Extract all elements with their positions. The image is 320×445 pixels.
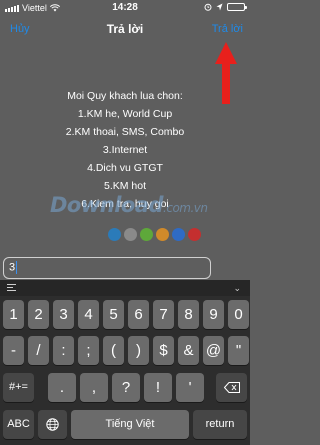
status-bar: Viettel 14:28: [0, 0, 250, 16]
key-punctuation[interactable]: !: [144, 373, 172, 402]
globe-icon: [46, 418, 59, 431]
watermark-dot: [156, 228, 169, 241]
text-cursor: [16, 261, 18, 274]
key-symbol[interactable]: $: [153, 336, 174, 365]
key-symbol[interactable]: (: [103, 336, 124, 365]
key-symbol[interactable]: ": [228, 336, 249, 365]
message-line: 4.Dich vu GTGT: [87, 162, 163, 174]
watermark-dots: [108, 228, 201, 241]
key-symbol[interactable]: ;: [78, 336, 99, 365]
symbols-toggle-key[interactable]: #+=: [3, 373, 34, 402]
key-punctuation[interactable]: ,: [80, 373, 108, 402]
abc-key[interactable]: ABC: [3, 410, 34, 439]
battery-icon: [227, 3, 247, 11]
watermark-dot: [108, 228, 121, 241]
chevron-down-icon[interactable]: ⌄: [233, 283, 241, 294]
key-symbol[interactable]: /: [28, 336, 49, 365]
space-key[interactable]: Tiếng Việt: [71, 410, 189, 439]
alarm-icon: [204, 3, 212, 11]
keyboard: ⌄ 1 2 3 4 5 6 7 8 9 0 - /:;() $ & @ " #+=.,?! ' ABC Tiếng V…: [0, 280, 250, 445]
key-6[interactable]: 6: [128, 300, 149, 329]
watermark-dot: [140, 228, 153, 241]
key-symbol[interactable]: -: [3, 336, 24, 365]
key-0[interactable]: 0: [228, 300, 249, 329]
key-9[interactable]: 9: [203, 300, 224, 329]
message-line: 1.KM he, World Cup: [77, 108, 173, 120]
watermark-dot: [124, 228, 137, 241]
message-line: 3.Internet: [102, 144, 148, 156]
key-7[interactable]: 7: [153, 300, 174, 329]
backspace-key[interactable]: [216, 373, 247, 402]
key-3[interactable]: 3: [53, 300, 74, 329]
keyboard-toolbar: ⌄: [0, 280, 250, 296]
key-5[interactable]: 5: [103, 300, 124, 329]
watermark-dot: [188, 228, 201, 241]
watermark-dot: [172, 228, 185, 241]
key-8[interactable]: 8: [178, 300, 199, 329]
key-2[interactable]: 2: [28, 300, 49, 329]
key-symbol[interactable]: :: [53, 336, 74, 365]
backspace-icon: [223, 382, 240, 393]
key-punctuation[interactable]: ?: [112, 373, 140, 402]
location-icon: [216, 3, 223, 11]
key-symbol[interactable]: &: [178, 336, 199, 365]
reply-input[interactable]: 3: [3, 257, 211, 279]
return-key[interactable]: return: [193, 410, 247, 439]
key-1[interactable]: 1: [3, 300, 24, 329]
message-line: 2.KM thoai, SMS, Combo: [65, 126, 185, 138]
key-symbol[interactable]: @: [203, 336, 224, 365]
key-punctuation[interactable]: ': [176, 373, 204, 402]
globe-key[interactable]: [38, 410, 67, 439]
watermark-logo: Download.com.vn: [50, 193, 208, 217]
key-4[interactable]: 4: [78, 300, 99, 329]
keyboard-menu-icon[interactable]: [7, 284, 16, 292]
nav-bar: Hủy Trả lời Trả lời: [0, 16, 250, 44]
message-line: Moi Quy khach lua chon:: [67, 90, 183, 102]
reply-input-value: 3: [9, 261, 16, 274]
key-symbol[interactable]: ): [128, 336, 149, 365]
reply-button[interactable]: Trả lời: [212, 23, 243, 35]
key-punctuation[interactable]: .: [48, 373, 76, 402]
